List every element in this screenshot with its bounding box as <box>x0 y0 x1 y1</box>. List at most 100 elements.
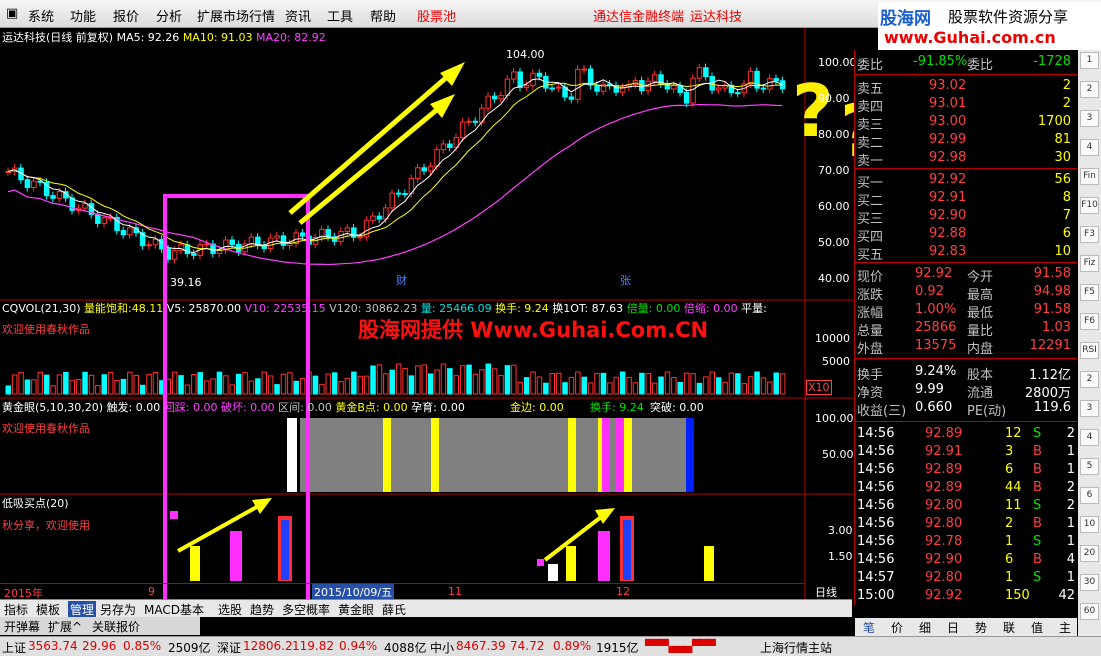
menu-quote[interactable]: 报价 <box>113 6 139 25</box>
quote-tab[interactable]: 细 <box>919 619 931 636</box>
side-toolbar-button[interactable]: Fin <box>1080 168 1099 185</box>
side-toolbar-button[interactable]: Fiz <box>1080 255 1099 272</box>
tick-row[interactable]: 14:56 92.90 6 B 4 <box>855 552 1077 570</box>
indicator-tab[interactable]: 另存为 <box>100 601 136 618</box>
menu-system[interactable]: 系统 <box>28 6 54 25</box>
related-quote-button[interactable]: 关联报价 <box>92 618 140 635</box>
side-toolbar-button[interactable]: F3 <box>1080 226 1099 243</box>
bid-row[interactable]: 买一 92.92 56 <box>855 172 1077 191</box>
bonus-marker[interactable]: 张 <box>620 272 631 288</box>
ask-row[interactable]: 卖一 92.98 30 <box>855 150 1077 169</box>
stat-row[interactable]: 现价 92.92 今开 91.58 <box>855 266 1077 285</box>
menu-news[interactable]: 资讯 <box>285 6 311 25</box>
menu-analysis[interactable]: 分析 <box>156 6 182 25</box>
side-toolbar-button[interactable]: 30 <box>1080 574 1099 591</box>
side-toolbar-button[interactable]: 3 <box>1080 110 1099 127</box>
volume-bar <box>619 371 626 395</box>
quote-tab[interactable]: 主 <box>1059 619 1071 636</box>
volume-bar <box>82 371 88 395</box>
indicator-tab[interactable]: 趋势 <box>250 601 274 618</box>
menu-stock-pool[interactable]: 股票池 <box>417 6 456 25</box>
tick-row[interactable]: 14:57 92.80 1 S 1 <box>855 570 1077 588</box>
period-label[interactable]: 日线 <box>815 584 837 600</box>
sh-index[interactable]: 3563.74 <box>28 639 78 653</box>
side-toolbar-button[interactable]: 1 <box>1080 52 1099 69</box>
quote-tab[interactable]: 笔 <box>863 619 875 636</box>
menu-extended-market[interactable]: 扩展市场行情 <box>197 6 275 25</box>
indicator-tab[interactable]: 管理 <box>68 601 97 618</box>
tick-row[interactable]: 14:56 92.89 44 B 2 <box>855 480 1077 498</box>
server-name[interactable]: 上海行情主站 <box>760 639 832 656</box>
menu-tools[interactable]: 工具 <box>327 6 353 25</box>
side-toolbar-button[interactable]: 20 <box>1080 545 1099 562</box>
indicator-tab[interactable]: 模板 <box>36 601 60 618</box>
side-toolbar-button[interactable]: F10 <box>1080 197 1099 214</box>
finance-marker[interactable]: 财 <box>396 272 407 288</box>
gold-eye-author: 欢迎使用春秋作品 <box>2 422 90 435</box>
candle-body <box>299 232 306 237</box>
stat-row[interactable]: 总量 25866 量比 1.03 <box>855 320 1077 339</box>
stat-row[interactable]: 涨跌 0.92 最高 94.98 <box>855 284 1077 303</box>
volume-bar <box>370 365 376 395</box>
tick-row[interactable]: 14:56 92.89 12 S 2 <box>855 426 1077 444</box>
bid-row[interactable]: 买五 92.83 10 <box>855 244 1077 263</box>
ask-row[interactable]: 卖五 93.02 2 <box>855 78 1077 97</box>
tick-row[interactable]: 14:56 92.80 2 B 1 <box>855 516 1077 534</box>
bid-row[interactable]: 买四 92.88 6 <box>855 226 1077 245</box>
quote-tab[interactable]: 值 <box>1031 619 1043 636</box>
indicator-tab[interactable]: 选股 <box>218 601 242 618</box>
tick-row[interactable]: 14:56 92.89 6 B 1 <box>855 462 1077 480</box>
side-toolbar-button[interactable]: 5 <box>1080 458 1099 475</box>
chart-area[interactable]: ? ? 运达科技(日线 前复权) MA5: 92.26 MA10: 91.03 … <box>0 28 882 608</box>
side-toolbar-button[interactable]: 3 <box>1080 400 1099 417</box>
stat-row[interactable]: 净资 9.99 流通 2800万 <box>855 382 1077 401</box>
side-toolbar-button[interactable]: 2 <box>1080 371 1099 388</box>
ask-row[interactable]: 卖二 92.99 81 <box>855 132 1077 151</box>
stat-row[interactable]: 收益(三) 0.660 PE(动) 119.6 <box>855 400 1077 419</box>
sz-index[interactable]: 12806.2 <box>243 639 293 653</box>
candle-body <box>434 149 440 167</box>
ask-row[interactable]: 卖三 93.00 1700 <box>855 114 1077 133</box>
candle-body <box>370 215 376 221</box>
quote-tab[interactable]: 价 <box>891 619 903 636</box>
x10-badge[interactable]: X10 <box>806 380 832 395</box>
side-toolbar-button[interactable]: RSI <box>1080 342 1099 359</box>
indicator-tab[interactable]: 黄金眼 <box>338 601 374 618</box>
indicator-tab[interactable]: MACD基本 <box>144 601 204 618</box>
menu-help[interactable]: 帮助 <box>370 6 396 25</box>
volume-bar <box>658 376 664 395</box>
candle-body <box>440 143 447 151</box>
side-toolbar-button[interactable]: 4 <box>1080 139 1099 156</box>
quote-tab[interactable]: 日 <box>947 619 959 636</box>
quote-tab[interactable]: 联 <box>1003 619 1015 636</box>
tick-row[interactable]: 14:56 92.80 11 S 2 <box>855 498 1077 516</box>
volume-bar <box>351 371 357 395</box>
indicator-tab[interactable]: 多空概率 <box>282 601 330 618</box>
stat-row[interactable]: 外盘 13575 内盘 12291 <box>855 338 1077 357</box>
danmu-button[interactable]: 开弹幕 <box>4 618 40 635</box>
tick-row[interactable]: 14:56 92.78 1 S 1 <box>855 534 1077 552</box>
side-toolbar-button[interactable]: 4 <box>1080 429 1099 446</box>
side-toolbar-button[interactable]: 6 <box>1080 487 1099 504</box>
app-logo-icon[interactable]: ▣ <box>6 6 18 21</box>
zx-index[interactable]: 8467.39 <box>456 639 506 653</box>
side-toolbar-button[interactable]: 60 <box>1080 603 1099 620</box>
tick-row[interactable]: 14:56 92.91 3 B 1 <box>855 444 1077 462</box>
bid-row[interactable]: 买三 92.90 7 <box>855 208 1077 227</box>
indicator-tab[interactable]: 指标 <box>4 601 28 618</box>
side-toolbar-button[interactable]: 2 <box>1080 81 1099 98</box>
stat-row[interactable]: 涨幅 1.00% 最低 91.58 <box>855 302 1077 321</box>
side-toolbar-button[interactable]: 10 <box>1080 516 1099 533</box>
quote-tab[interactable]: 势 <box>975 619 987 636</box>
extend-button[interactable]: 扩展^ <box>48 618 82 635</box>
tick-row[interactable]: 15:00 92.92 150 42 <box>855 588 1077 606</box>
price-tick: 70.00 <box>818 164 850 177</box>
bid-row[interactable]: 买二 92.91 8 <box>855 190 1077 209</box>
stat-row[interactable]: 换手 9.24% 股本 1.12亿 <box>855 364 1077 383</box>
side-toolbar-button[interactable]: F6 <box>1080 313 1099 330</box>
price-tick: 80.00 <box>818 128 850 141</box>
ask-row[interactable]: 卖四 93.01 2 <box>855 96 1077 115</box>
side-toolbar-button[interactable]: F5 <box>1080 284 1099 301</box>
indicator-tab[interactable]: 薛氏 <box>382 601 406 618</box>
menu-function[interactable]: 功能 <box>70 6 96 25</box>
